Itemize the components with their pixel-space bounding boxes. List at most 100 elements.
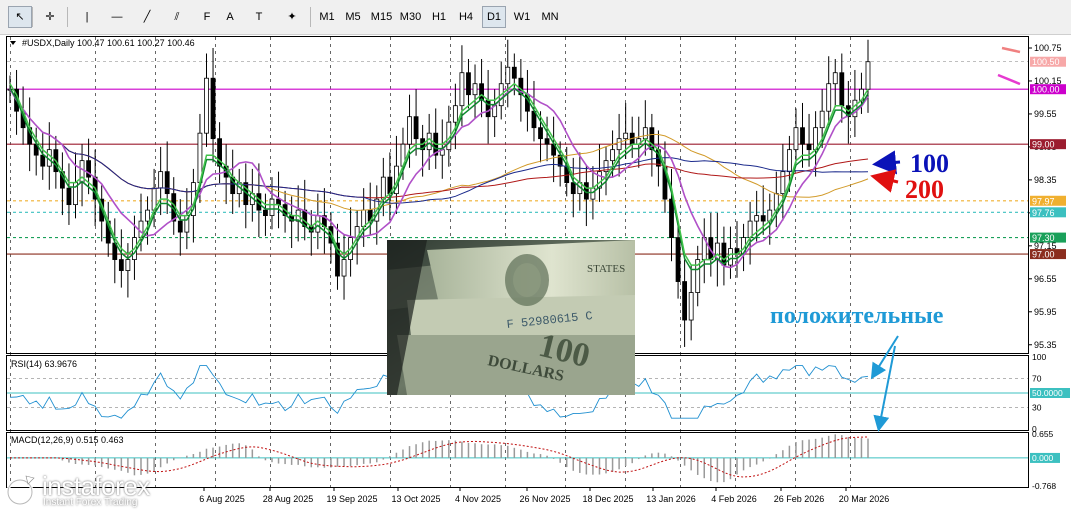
date-axis: 6 Aug 2025 28 Aug 2025 19 Sep 2025 13 Oct 2…: [199, 487, 889, 504]
candle-body: [839, 72, 845, 107]
candle-body: [341, 259, 347, 277]
price-tick-label: 98.35: [1034, 175, 1057, 185]
candle-body: [466, 72, 471, 96]
toolbar-separator: [67, 7, 68, 27]
candle-body: [66, 187, 72, 206]
channel-icon: ⫽: [174, 11, 180, 23]
candle-body: [118, 259, 124, 271]
candle-body: [505, 66, 511, 85]
candle-body: [610, 149, 615, 162]
text-tool-button[interactable]: A: [218, 6, 242, 28]
timeframe-h1-button[interactable]: H1: [427, 6, 451, 28]
price-label: 97.30: [1032, 233, 1055, 243]
label-tool-button[interactable]: T: [247, 6, 271, 28]
dropdown-triangle-icon[interactable]: [10, 41, 16, 45]
candle-body: [590, 187, 596, 200]
panel-titles: #USDX,Daily 100.47 100.61 100.27 100.46 …: [11, 38, 195, 445]
rsi-tick-label: 100: [1032, 352, 1046, 362]
candle-body: [426, 132, 432, 151]
date-label: 18 Dec 2025: [582, 494, 633, 504]
toolbar: ↖ ✛ | — ╱ ⫽ F A T ✦ M1 M5 M15 M30 H1 H4 D1 W1 MN: [0, 0, 1071, 35]
candle-body: [760, 215, 766, 222]
timeframe-m15-button[interactable]: M15: [369, 6, 394, 28]
timeframe-mn-button[interactable]: MN: [538, 6, 562, 28]
instaforex-logo-icon: [6, 475, 35, 506]
candle-body: [204, 77, 209, 134]
annotation-positive: положительные: [770, 303, 944, 329]
candle-body: [800, 127, 805, 145]
fibonacci-icon: F: [203, 11, 211, 23]
arrow-to-ma200-icon: [870, 169, 899, 193]
candle-body: [570, 182, 576, 195]
date-label: 13 Oct 2025: [391, 494, 440, 504]
date-label: 4 Feb 2026: [711, 494, 757, 504]
timeframe-m5-button[interactable]: M5: [341, 6, 365, 28]
timeframe-h4-button[interactable]: H4: [454, 6, 478, 28]
channel-tool-button[interactable]: ⫽: [165, 6, 189, 28]
candle-body: [361, 209, 367, 227]
trend-line-tool-button[interactable]: ╱: [135, 6, 159, 28]
price-tick-label: 99.55: [1034, 109, 1057, 119]
arrow-to-macd-icon: [873, 345, 896, 432]
svg-text:STATES: STATES: [587, 263, 625, 275]
candle-body: [210, 77, 216, 140]
date-label: 20 Mar 2026: [839, 494, 890, 504]
crosshair-icon: ✛: [45, 11, 55, 23]
candle-body: [826, 83, 832, 112]
timeframe-m30-button[interactable]: M30: [397, 6, 424, 28]
vertical-line-icon: |: [85, 11, 89, 23]
candle-body: [682, 281, 688, 321]
cursor-tool-button[interactable]: ↖: [8, 6, 32, 28]
rsi-tick-label: 30: [1032, 402, 1042, 412]
candle-body: [413, 116, 419, 140]
date-label: 26 Feb 2026: [774, 494, 825, 504]
date-label: 19 Sep 2025: [326, 494, 377, 504]
candle-body: [544, 138, 550, 145]
price-label: 97.76: [1032, 208, 1055, 218]
vertical-line-tool-button[interactable]: |: [75, 6, 99, 28]
price-label: 97.00: [1032, 250, 1055, 260]
candle-body: [538, 127, 543, 140]
rsi-title: RSI(14) 63.9676: [11, 359, 77, 369]
macd-tick-label: 0.655: [1032, 429, 1054, 439]
dollar-bills-photo: F 52980615 C DOLLARS 100 STATES: [387, 240, 635, 395]
shapes-tool-button[interactable]: ✦: [277, 6, 307, 28]
candle-body: [164, 171, 170, 195]
price-label: 100.00: [1032, 85, 1060, 95]
candle-body: [315, 215, 321, 233]
candle-body: [158, 171, 164, 189]
rsi-tick-label: 50.0000: [1032, 388, 1063, 398]
macd-tick-label: -0.768: [1032, 481, 1056, 491]
candle-body: [145, 209, 150, 222]
brand-tagline: Instant Forex Trading: [43, 497, 138, 508]
cursor-icon: ↖: [15, 11, 25, 23]
annotation-100: 100: [910, 149, 949, 178]
timeframe-m1-button[interactable]: M1: [316, 6, 338, 28]
candle-body: [728, 248, 733, 266]
annotation-200: 200: [905, 175, 944, 204]
candle-body: [754, 215, 760, 222]
trend-line-icon: ╱: [143, 11, 151, 23]
brand-watermark: instaforex Instant Forex Trading: [6, 470, 226, 510]
fibonacci-tool-button[interactable]: F: [195, 6, 219, 28]
arrow-to-100-00-icon: [997, 73, 1021, 86]
candle-body: [721, 242, 727, 266]
price-tick-label: 96.55: [1034, 274, 1057, 284]
timeframe-d1-button[interactable]: D1: [482, 6, 506, 28]
candle-body: [688, 292, 694, 321]
horizontal-line-tool-button[interactable]: —: [105, 6, 129, 28]
timeframe-w1-button[interactable]: W1: [510, 6, 534, 28]
crosshair-tool-button[interactable]: ✛: [38, 6, 62, 28]
candle-body: [793, 127, 799, 151]
main-title: #USDX,Daily 100.47 100.61 100.27 100.46: [22, 38, 195, 48]
candle-body: [787, 149, 792, 173]
shapes-icon: ✦: [287, 11, 297, 23]
candle-body: [865, 61, 871, 90]
candle-body: [263, 209, 268, 217]
candle-body: [832, 72, 838, 85]
candle-body: [747, 220, 753, 238]
price-label: 100.50: [1032, 57, 1060, 67]
candle-body: [616, 138, 622, 151]
candle-body: [472, 83, 478, 96]
candle-body: [511, 66, 517, 79]
